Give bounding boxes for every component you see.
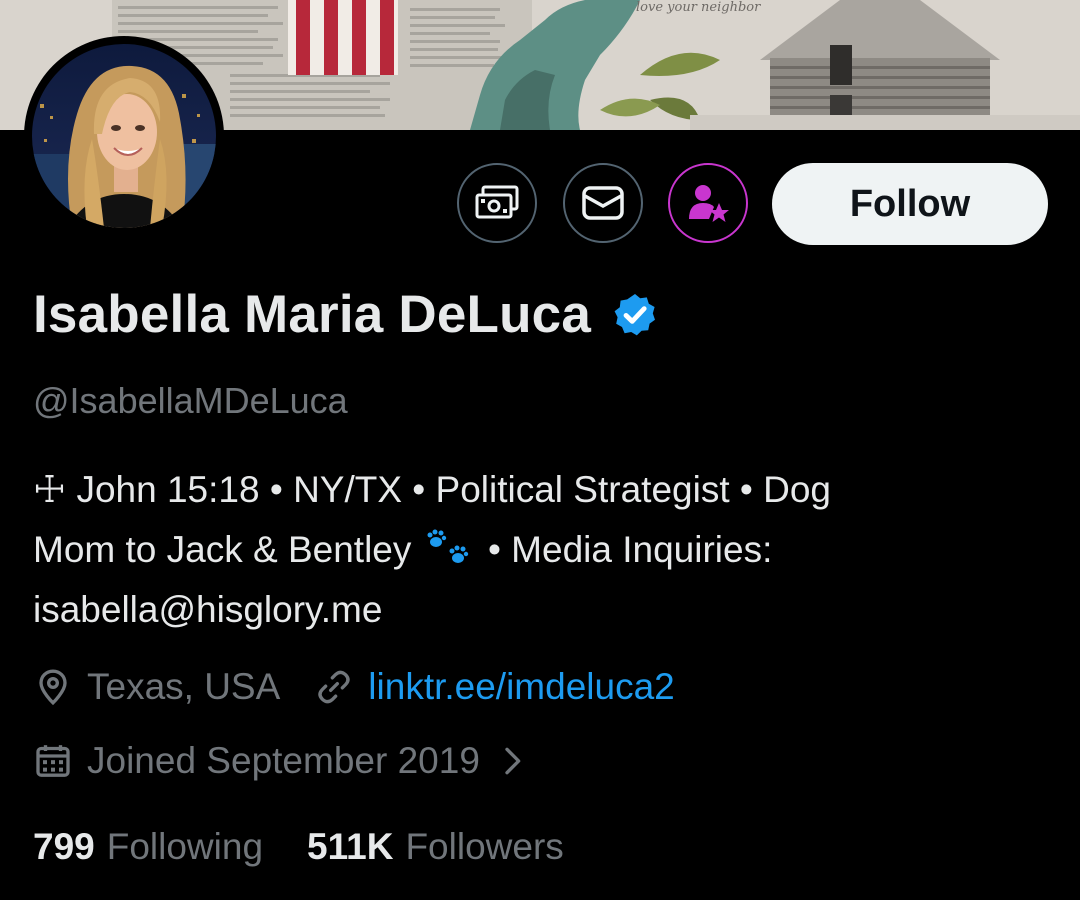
bio-line-2-text: Mom to Jack & Bentley	[33, 529, 412, 570]
paw-prints-icon	[427, 529, 468, 563]
followers-label: Followers	[405, 826, 564, 867]
handle: @IsabellaMDeLuca	[33, 380, 348, 421]
following-label: Following	[106, 826, 264, 867]
joined-text: Joined September 2019	[87, 740, 480, 781]
follow-button[interactable]: Follow	[772, 163, 1048, 245]
following-count: 799	[33, 826, 95, 867]
following-link[interactable]: 799 Following	[33, 826, 263, 868]
display-name: Isabella Maria DeLuca	[33, 285, 592, 344]
calendar-icon	[36, 745, 70, 777]
banner-script-text: love your neighbor	[636, 0, 761, 15]
link-icon	[318, 670, 350, 704]
money-icon	[475, 185, 519, 219]
bio-line-3: isabella@hisglory.me	[33, 589, 383, 630]
name-row: Isabella Maria DeLuca	[33, 284, 659, 345]
location-pin-icon	[39, 669, 67, 706]
joined-row[interactable]: Joined September 2019	[33, 740, 532, 782]
bio: ☩ John 15:18 • NY/TX • Political Strateg…	[33, 460, 1033, 640]
subscribe-button[interactable]	[668, 163, 748, 243]
message-button[interactable]	[563, 163, 643, 243]
tip-button[interactable]	[457, 163, 537, 243]
follow-stats: 799 Following 511K Followers	[33, 826, 564, 868]
bio-line-2: Mom to Jack & Bentley • Media Inquiries:	[33, 520, 1033, 580]
avatar[interactable]	[24, 36, 224, 236]
person-star-icon	[689, 185, 729, 222]
verified-badge-icon[interactable]	[611, 291, 659, 339]
bio-line-2-tail: • Media Inquiries:	[487, 529, 773, 570]
profile-meta-row: Texas, USA linktr.ee/imdeluca2	[33, 666, 675, 708]
website-link[interactable]: linktr.ee/imdeluca2	[368, 666, 674, 708]
followers-link[interactable]: 511K Followers	[307, 826, 564, 868]
avatar-image	[32, 44, 216, 228]
chevron-right-icon[interactable]	[492, 741, 532, 781]
followers-count: 511K	[307, 826, 394, 867]
envelope-icon	[582, 186, 624, 220]
bio-line-1: ☩ John 15:18 • NY/TX • Political Strateg…	[33, 469, 831, 510]
location-text: Texas, USA	[87, 666, 281, 707]
